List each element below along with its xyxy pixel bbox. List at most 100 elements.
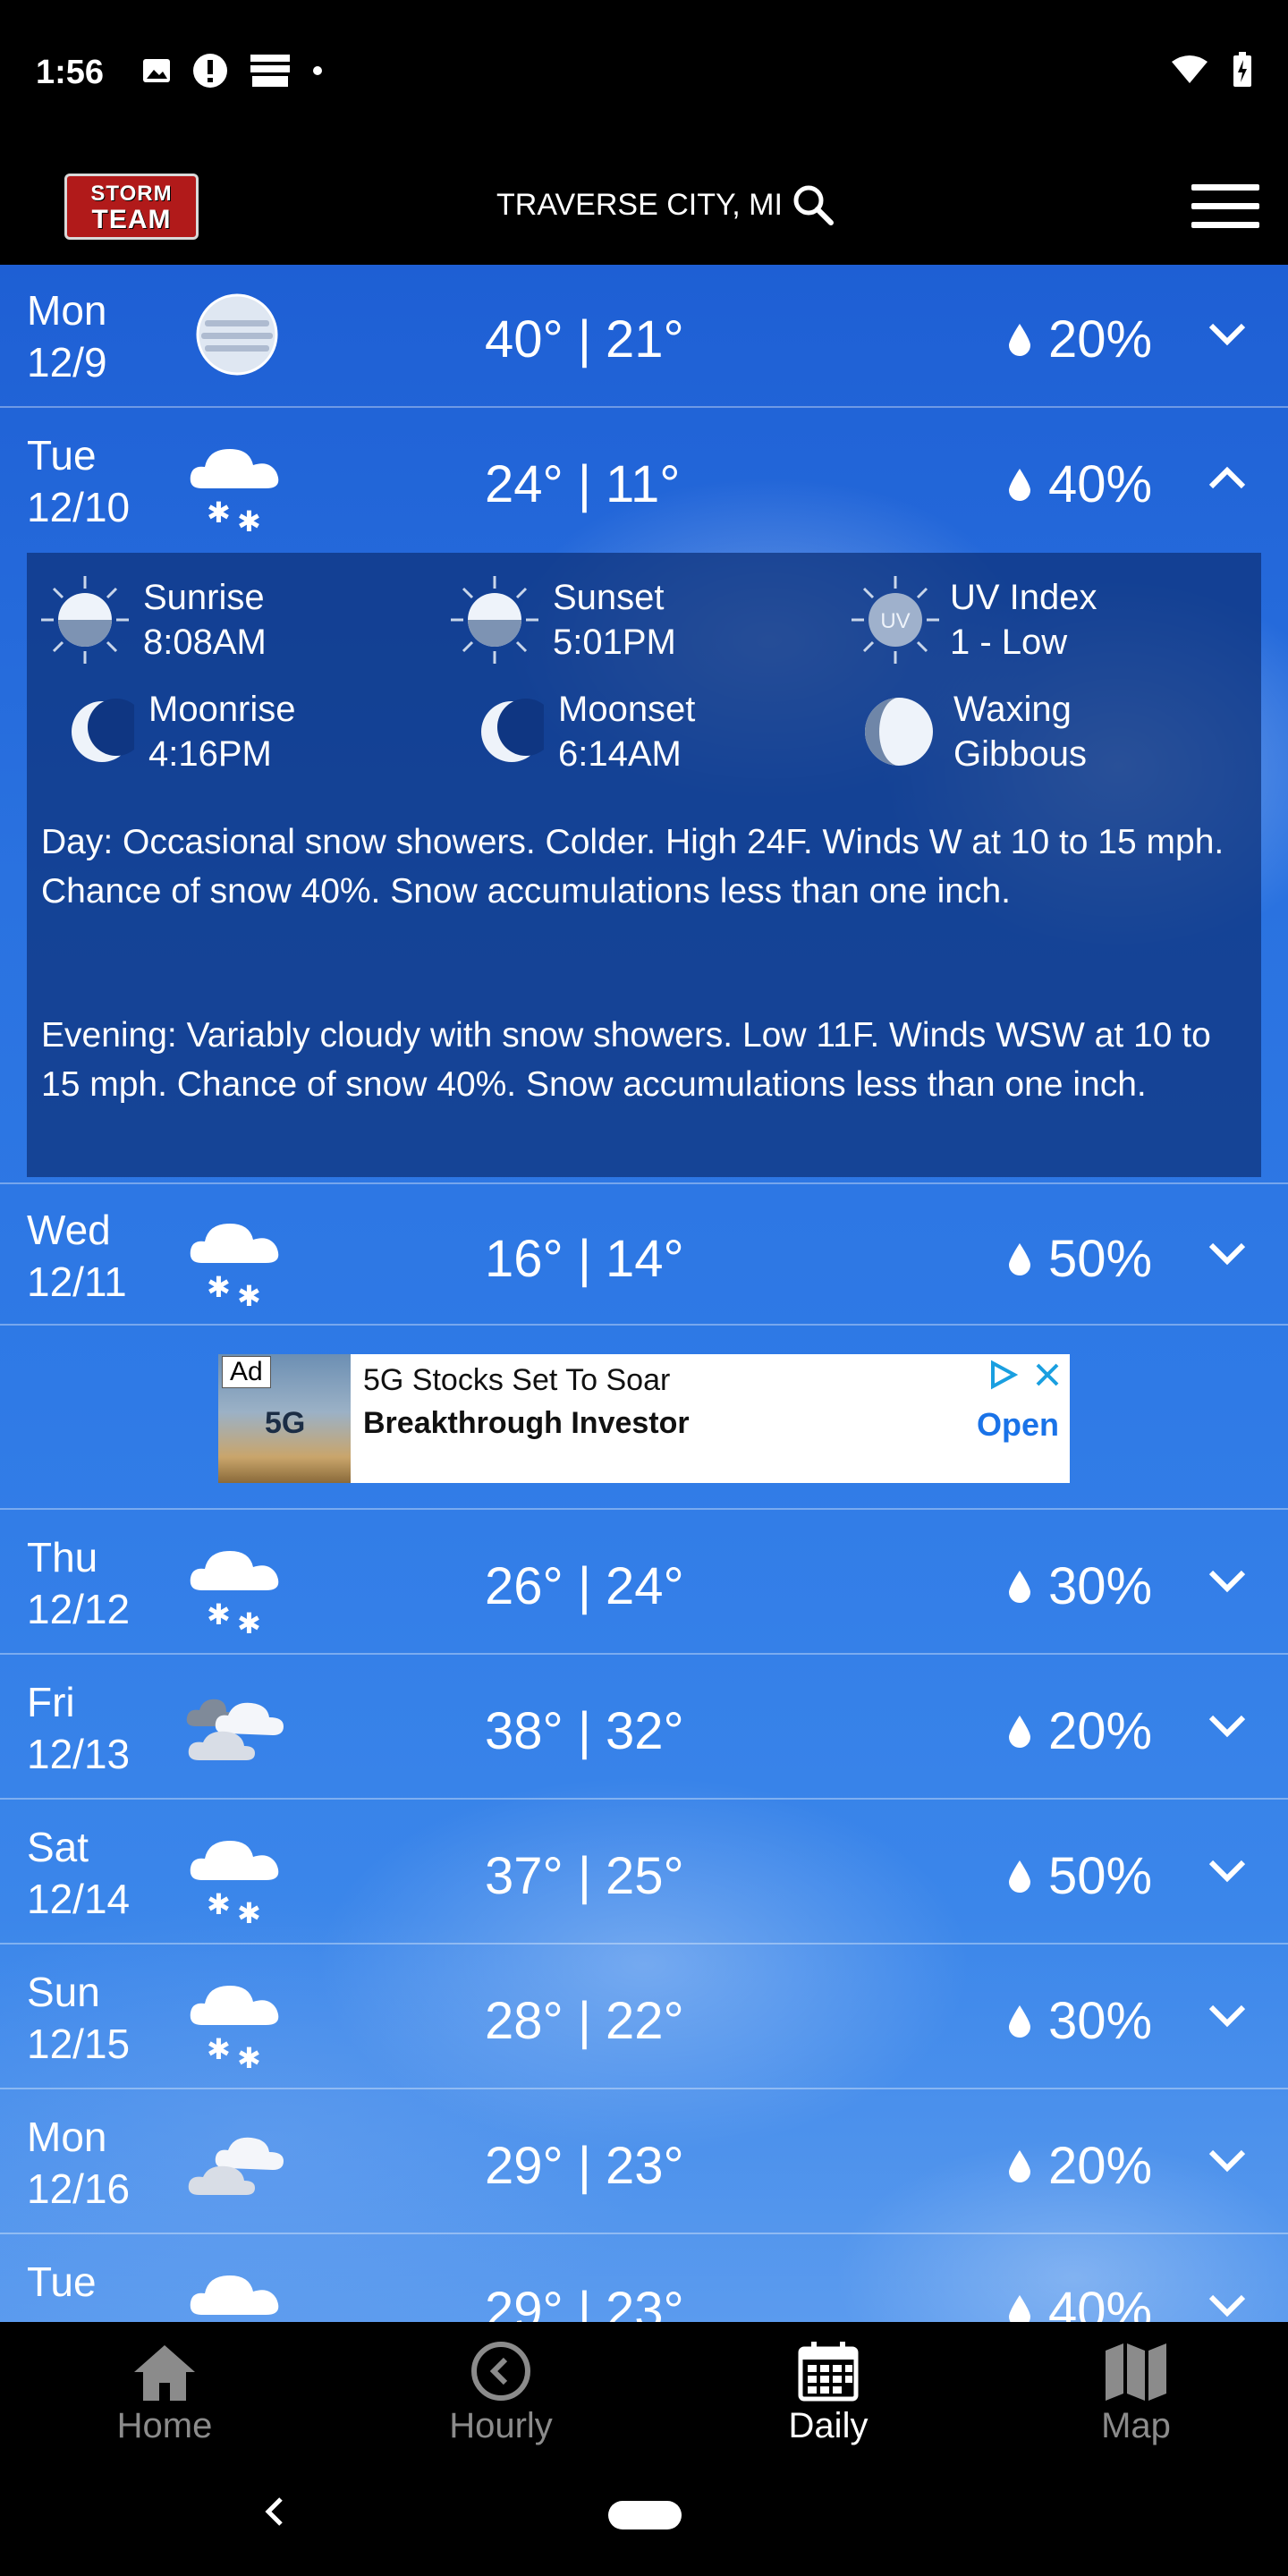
wifi-icon — [1172, 55, 1208, 83]
raindrop-icon — [1009, 2294, 1030, 2322]
alert-notification-icon — [193, 54, 227, 88]
precip-value: 40% — [1048, 2282, 1153, 2322]
haze-icon — [196, 293, 278, 376]
moonrise-block: Moonrise 4:16PM — [63, 687, 296, 776]
temps-high-low: 38° | 32° — [485, 1702, 684, 1760]
logo-line2: TEAM — [91, 205, 172, 234]
nav-home-label: Home — [116, 2406, 213, 2445]
storm-team-logo[interactable]: STORM TEAM — [64, 174, 199, 240]
ad-thumbnail[interactable]: Ad 5G — [218, 1354, 351, 1483]
nav-hourly-label: Hourly — [449, 2406, 553, 2445]
moon-crescent-icon — [481, 699, 544, 762]
raindrop-icon — [1009, 1570, 1030, 1603]
chevron-down-icon[interactable] — [1208, 1857, 1247, 1884]
precip-chance: 20% — [1009, 309, 1152, 369]
precip-chance: 50% — [1009, 1846, 1152, 1906]
precip-value: 20% — [1048, 310, 1153, 369]
clock-back-icon — [471, 2342, 530, 2401]
home-icon — [134, 2345, 195, 2401]
adchoices-icon[interactable] — [987, 1360, 1018, 1390]
forecast-row-mon-12-9[interactable]: Mon 12/9 40° | 21° 20% — [0, 265, 1288, 408]
chevron-down-icon[interactable] — [1208, 2002, 1247, 2029]
nav-hourly[interactable]: Hourly — [394, 2338, 608, 2446]
chevron-up-icon[interactable] — [1208, 465, 1247, 492]
precip-value: 40% — [1048, 455, 1153, 513]
partly-cloudy-icon — [188, 2137, 284, 2195]
precip-chance: 30% — [1009, 1991, 1152, 2051]
chevron-down-icon[interactable] — [1208, 320, 1247, 347]
ad-title[interactable]: 5G Stocks Set To Soar — [363, 1363, 670, 1398]
calendar-icon — [798, 2342, 859, 2402]
location-label[interactable]: TRAVERSE CITY, MI — [496, 188, 783, 223]
nav-home[interactable]: Home — [57, 2338, 272, 2446]
waxing-gibbous-moon-icon — [865, 698, 933, 766]
ad-open-button[interactable]: Open — [977, 1406, 1059, 1444]
hamburger-menu-icon[interactable] — [1191, 184, 1259, 229]
row-day-label: Mon 12/16 — [27, 2111, 130, 2215]
day-date: 12/12 — [27, 1586, 131, 1632]
chevron-down-icon[interactable] — [1208, 1240, 1247, 1267]
forecast-row-tue-12-10[interactable]: Tue 12/10 ✱ ✱ 24° | 11° 40% — [0, 410, 1288, 553]
day-name: Tue — [27, 2258, 97, 2305]
image-notification-icon — [143, 59, 170, 82]
forecast-list[interactable]: Mon 12/9 40° | 21° 20% Tue 12/10 ✱ ✱ 24°… — [0, 265, 1288, 2322]
precip-value: 50% — [1048, 1847, 1153, 1905]
forecast-row-fri-12-13[interactable]: Fri 12/13 38° | 32° 20% — [0, 1657, 1288, 1800]
chevron-down-icon[interactable] — [1208, 2292, 1247, 2318]
moonset-block: Moonset 6:14AM — [472, 687, 695, 776]
logo-line1: STORM — [90, 182, 173, 206]
forecast-row-tue-partial[interactable]: Tue 29° | 23° 40% — [0, 2236, 1288, 2322]
row-day-label: Mon 12/9 — [27, 284, 107, 388]
day-name: Mon — [27, 287, 107, 334]
moon-phase-line1: Waxing — [953, 690, 1072, 729]
close-icon[interactable] — [1034, 1361, 1061, 1388]
row-day-label: Fri 12/13 — [27, 1676, 130, 1780]
precip-chance: 30% — [1009, 1556, 1152, 1616]
precip-chance: 50% — [1009, 1229, 1152, 1289]
raindrop-icon — [1009, 2004, 1030, 2038]
ad-banner[interactable]: Ad 5G 5G Stocks Set To Soar Breakthrough… — [218, 1354, 1070, 1483]
ad-subtitle[interactable]: Breakthrough Investor — [363, 1406, 690, 1441]
chevron-down-icon[interactable] — [1208, 1712, 1247, 1739]
action-news-jax-icon — [250, 55, 290, 87]
forecast-row-wed-12-11[interactable]: Wed 12/11 ✱ ✱ 16° | 14° 50% — [0, 1182, 1288, 1326]
svg-text:✱: ✱ — [207, 2032, 231, 2066]
forecast-row-mon-12-16[interactable]: Mon 12/16 29° | 23° 20% — [0, 2091, 1288, 2234]
precip-value: 20% — [1048, 2137, 1153, 2195]
moon-crescent-icon — [72, 699, 134, 762]
snow-icon: ✱ ✱ — [190, 1841, 279, 1927]
moonset-label: Moonset — [558, 690, 696, 729]
forecast-row-thu-12-12[interactable]: Thu 12/12 ✱ ✱ 26° | 24° 30% — [0, 1512, 1288, 1655]
day-name: Fri — [27, 1679, 75, 1725]
day-date: 12/15 — [27, 2021, 131, 2067]
temps-high-low: 40° | 21° — [485, 310, 684, 369]
moonrise-time: 4:16PM — [148, 734, 272, 774]
temps-high-low: 28° | 22° — [485, 1992, 684, 2050]
forecast-row-sat-12-14[interactable]: Sat 12/14 ✱ ✱ 37° | 25° 50% — [0, 1801, 1288, 1945]
precip-chance: 40% — [1009, 454, 1152, 514]
precip-chance: 20% — [1009, 1701, 1152, 1761]
nav-map[interactable]: Map — [1029, 2338, 1243, 2446]
chevron-down-icon[interactable] — [1208, 2147, 1247, 2174]
uv-icon-text: UV — [880, 609, 910, 633]
search-icon[interactable] — [791, 182, 835, 227]
forecast-row-sun-12-15[interactable]: Sun 12/15 ✱ ✱ 28° | 22° 30% — [0, 1946, 1288, 2089]
snow-icon: ✱ ✱ — [190, 449, 279, 535]
evening-description: Evening: Variably cloudy with snow showe… — [41, 1016, 1211, 1104]
map-icon — [1106, 2343, 1166, 2401]
svg-text:✱: ✱ — [207, 1270, 231, 1304]
ad-badge: Ad — [222, 1356, 271, 1388]
back-icon[interactable] — [261, 2494, 288, 2529]
system-nav-bar — [0, 2454, 1288, 2576]
nav-daily[interactable]: Daily — [721, 2338, 936, 2446]
temps-high-low: 29° | 23° — [485, 2137, 684, 2195]
chevron-down-icon[interactable] — [1208, 1567, 1247, 1594]
ad-controls — [987, 1360, 1061, 1390]
battery-charging-icon — [1233, 52, 1251, 87]
temps-high-low: 16° | 14° — [485, 1230, 684, 1288]
raindrop-icon — [1009, 323, 1030, 356]
home-gesture-pill[interactable] — [608, 2501, 682, 2529]
uv-index-icon: UV — [852, 576, 939, 664]
row-day-label: Tue — [27, 2256, 97, 2308]
cloudy-icon — [186, 1699, 284, 1760]
